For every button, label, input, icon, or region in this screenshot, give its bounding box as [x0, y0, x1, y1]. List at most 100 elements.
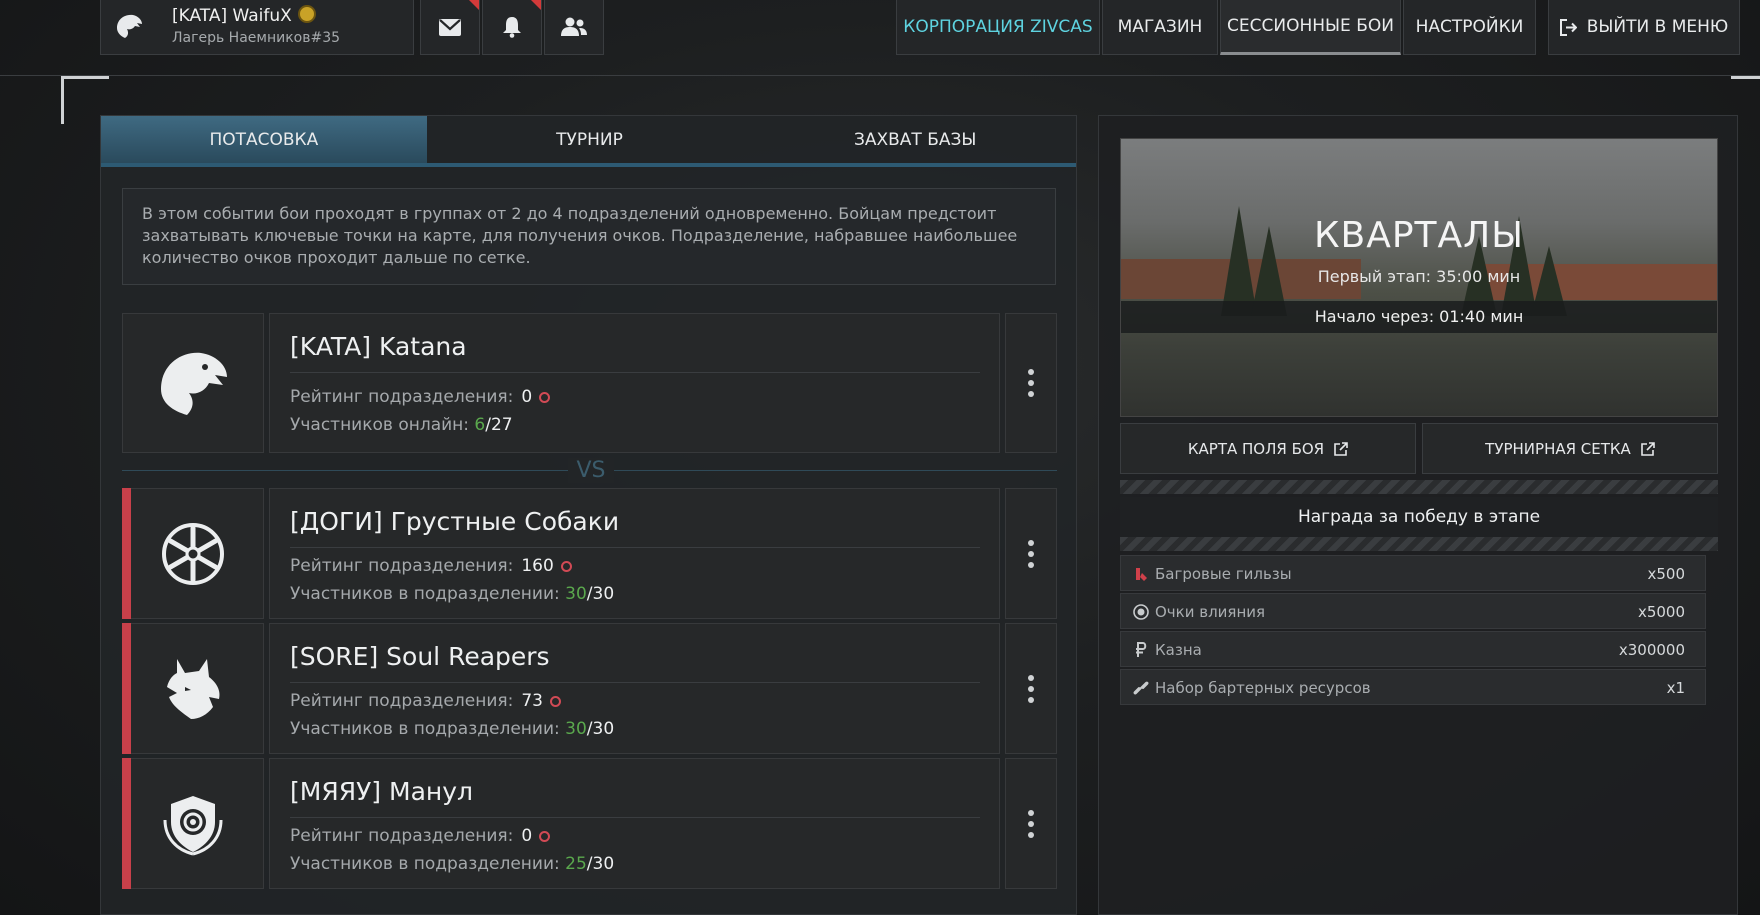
rating-icon — [539, 392, 551, 403]
team-info: [ДОГИ] Грустные Собаки Рейтинг подраздел… — [269, 488, 1000, 619]
link-icon — [1133, 681, 1149, 695]
eagle-icon — [161, 352, 227, 415]
members-total: /30 — [586, 854, 615, 874]
profile-card[interactable]: [KATA] WaifuX Лагерь Наемников#35 — [100, 0, 414, 55]
members-current: 30 — [565, 584, 587, 604]
reward-title: Награда за победу в этапе — [1120, 497, 1718, 537]
friends-button[interactable] — [544, 0, 604, 55]
reward-value: x500 — [1647, 565, 1685, 583]
snowflake-emblem-icon — [162, 522, 224, 585]
influence-icon — [1133, 604, 1149, 620]
reward-value: x1 — [1666, 679, 1685, 697]
team-menu-button[interactable] — [1005, 623, 1057, 754]
nav-shop[interactable]: МАГАЗИН — [1102, 0, 1218, 55]
team-menu-button[interactable] — [1005, 313, 1057, 453]
reward-value: x300000 — [1618, 641, 1685, 659]
start-timer: Начало через: 01:40 мин — [1121, 301, 1717, 333]
team-info: [МЯЯУ] Манул Рейтинг подразделения: 0 Уча… — [269, 758, 1000, 889]
bell-icon — [503, 17, 521, 38]
crosshair-shield-icon — [163, 795, 223, 855]
battlemap-label: КАРТА ПОЛЯ БОЯ — [1187, 439, 1325, 458]
rating-icon — [539, 831, 551, 842]
notifications-button[interactable] — [482, 0, 542, 55]
team-menu-button[interactable] — [1005, 758, 1057, 889]
event-description: В этом событии бои проходят в группах от… — [122, 188, 1056, 285]
tab-base-capture[interactable]: ЗАХВАТ БАЗЫ — [752, 116, 1076, 163]
exit-button[interactable]: ВЫЙТИ В МЕНЮ — [1548, 0, 1740, 55]
team-logo — [122, 623, 264, 754]
team-name: [МЯЯУ] Манул — [290, 777, 474, 806]
map-panel: КВАРТАЛЫ Первый этап: 35:00 мин Начало ч… — [1098, 115, 1738, 915]
bracket-button[interactable]: ТУРНИРНАЯ СЕТКА — [1422, 423, 1718, 474]
external-link-icon — [1641, 441, 1655, 456]
rating-value: 160 — [521, 556, 554, 576]
reward-label: Багровые гильзы — [1155, 565, 1292, 583]
reward-item: Багровые гильзы x500 — [1120, 555, 1706, 591]
profile-name: [KATA] WaifuX — [172, 6, 292, 26]
members-label: Участников в подразделении: — [290, 584, 560, 604]
members-label: Участников в подразделении: — [290, 854, 560, 874]
hazard-stripe — [1120, 537, 1718, 551]
team-members: Участников онлайн: 6/27 — [290, 415, 513, 435]
divider — [290, 547, 980, 548]
reward-item: Очки влияния x5000 — [1120, 593, 1706, 629]
users-icon — [561, 17, 587, 36]
team-menu-button[interactable] — [1005, 488, 1057, 619]
more-vertical-icon — [1028, 809, 1034, 838]
profile-name-line: [KATA] WaifuX — [172, 5, 316, 26]
reward-item: Набор бартерных ресурсов x1 — [1120, 669, 1706, 705]
map-title: КВАРТАЛЫ — [1313, 215, 1525, 256]
profile-subtitle: Лагерь Наемников#35 — [172, 30, 341, 46]
team-info: [KATA] Katana Рейтинг подразделения: 0 Уч… — [269, 313, 1000, 453]
members-total: /30 — [586, 719, 615, 739]
divider — [290, 372, 980, 373]
nav-settings[interactable]: НАСТРОЙКИ — [1403, 0, 1536, 55]
rating-value: 73 — [521, 691, 543, 711]
ruble-icon — [1136, 642, 1147, 657]
reward-value: x5000 — [1637, 603, 1685, 621]
top-bar: [KATA] WaifuX Лагерь Наемников#35 КОРПОР… — [0, 0, 1760, 76]
bracket-label: ТУРНИРНАЯ СЕТКА — [1485, 439, 1631, 458]
team-info: [SORE] Soul Reapers Рейтинг подразделени… — [269, 623, 1000, 754]
members-total: /27 — [485, 415, 513, 435]
nav-corporation[interactable]: КОРПОРАЦИЯ ZIVCAS — [896, 0, 1100, 55]
divider — [290, 817, 980, 818]
team-name: [KATA] Katana — [290, 332, 467, 361]
reward-item: Казна x300000 — [1120, 631, 1706, 667]
opponent-marker — [122, 623, 131, 754]
reward-label: Очки влияния — [1155, 603, 1266, 621]
map-preview: КВАРТАЛЫ Первый этап: 35:00 мин Начало ч… — [1120, 138, 1718, 417]
team-logo — [122, 758, 264, 889]
nav-session-battles[interactable]: СЕССИОННЫЕ БОИ — [1220, 0, 1401, 55]
rating-icon — [560, 561, 572, 572]
tab-tournament[interactable]: ТУРНИР — [427, 116, 753, 163]
team-rating: Рейтинг подразделения: 160 — [290, 556, 572, 576]
battlemap-button[interactable]: КАРТА ПОЛЯ БОЯ — [1120, 423, 1416, 474]
divider — [290, 682, 980, 683]
reward-label: Казна — [1155, 641, 1202, 659]
more-vertical-icon — [1028, 674, 1034, 703]
mail-icon — [439, 18, 461, 36]
reward-label: Набор бартерных ресурсов — [1155, 679, 1371, 697]
more-vertical-icon — [1028, 539, 1034, 568]
team-rating: Рейтинг подразделения: 0 — [290, 387, 551, 407]
members-current: 25 — [565, 854, 587, 874]
eagle-avatar-icon — [117, 14, 142, 38]
team-members: Участников в подразделении: 30/30 — [290, 719, 614, 739]
more-vertical-icon — [1028, 369, 1034, 397]
team-members: Участников в подразделении: 25/30 — [290, 854, 614, 874]
team-logo — [122, 313, 264, 453]
exit-icon — [1559, 18, 1577, 36]
notification-marker — [531, 0, 541, 10]
team-rating: Рейтинг подразделения: 73 — [290, 691, 561, 711]
shells-icon — [1136, 568, 1147, 581]
tab-brawl[interactable]: ПОТАСОВКА — [101, 116, 427, 163]
team-members: Участников в подразделении: 30/30 — [290, 584, 614, 604]
mail-button[interactable] — [420, 0, 480, 55]
hazard-stripe — [1120, 480, 1718, 494]
opponent-marker — [122, 488, 131, 619]
frame-corner — [61, 76, 109, 79]
rating-icon — [549, 696, 561, 707]
event-panel: ПОТАСОВКА ТУРНИР ЗАХВАТ БАЗЫ В этом собы… — [100, 115, 1077, 915]
rating-label: Рейтинг подразделения: — [290, 387, 514, 407]
